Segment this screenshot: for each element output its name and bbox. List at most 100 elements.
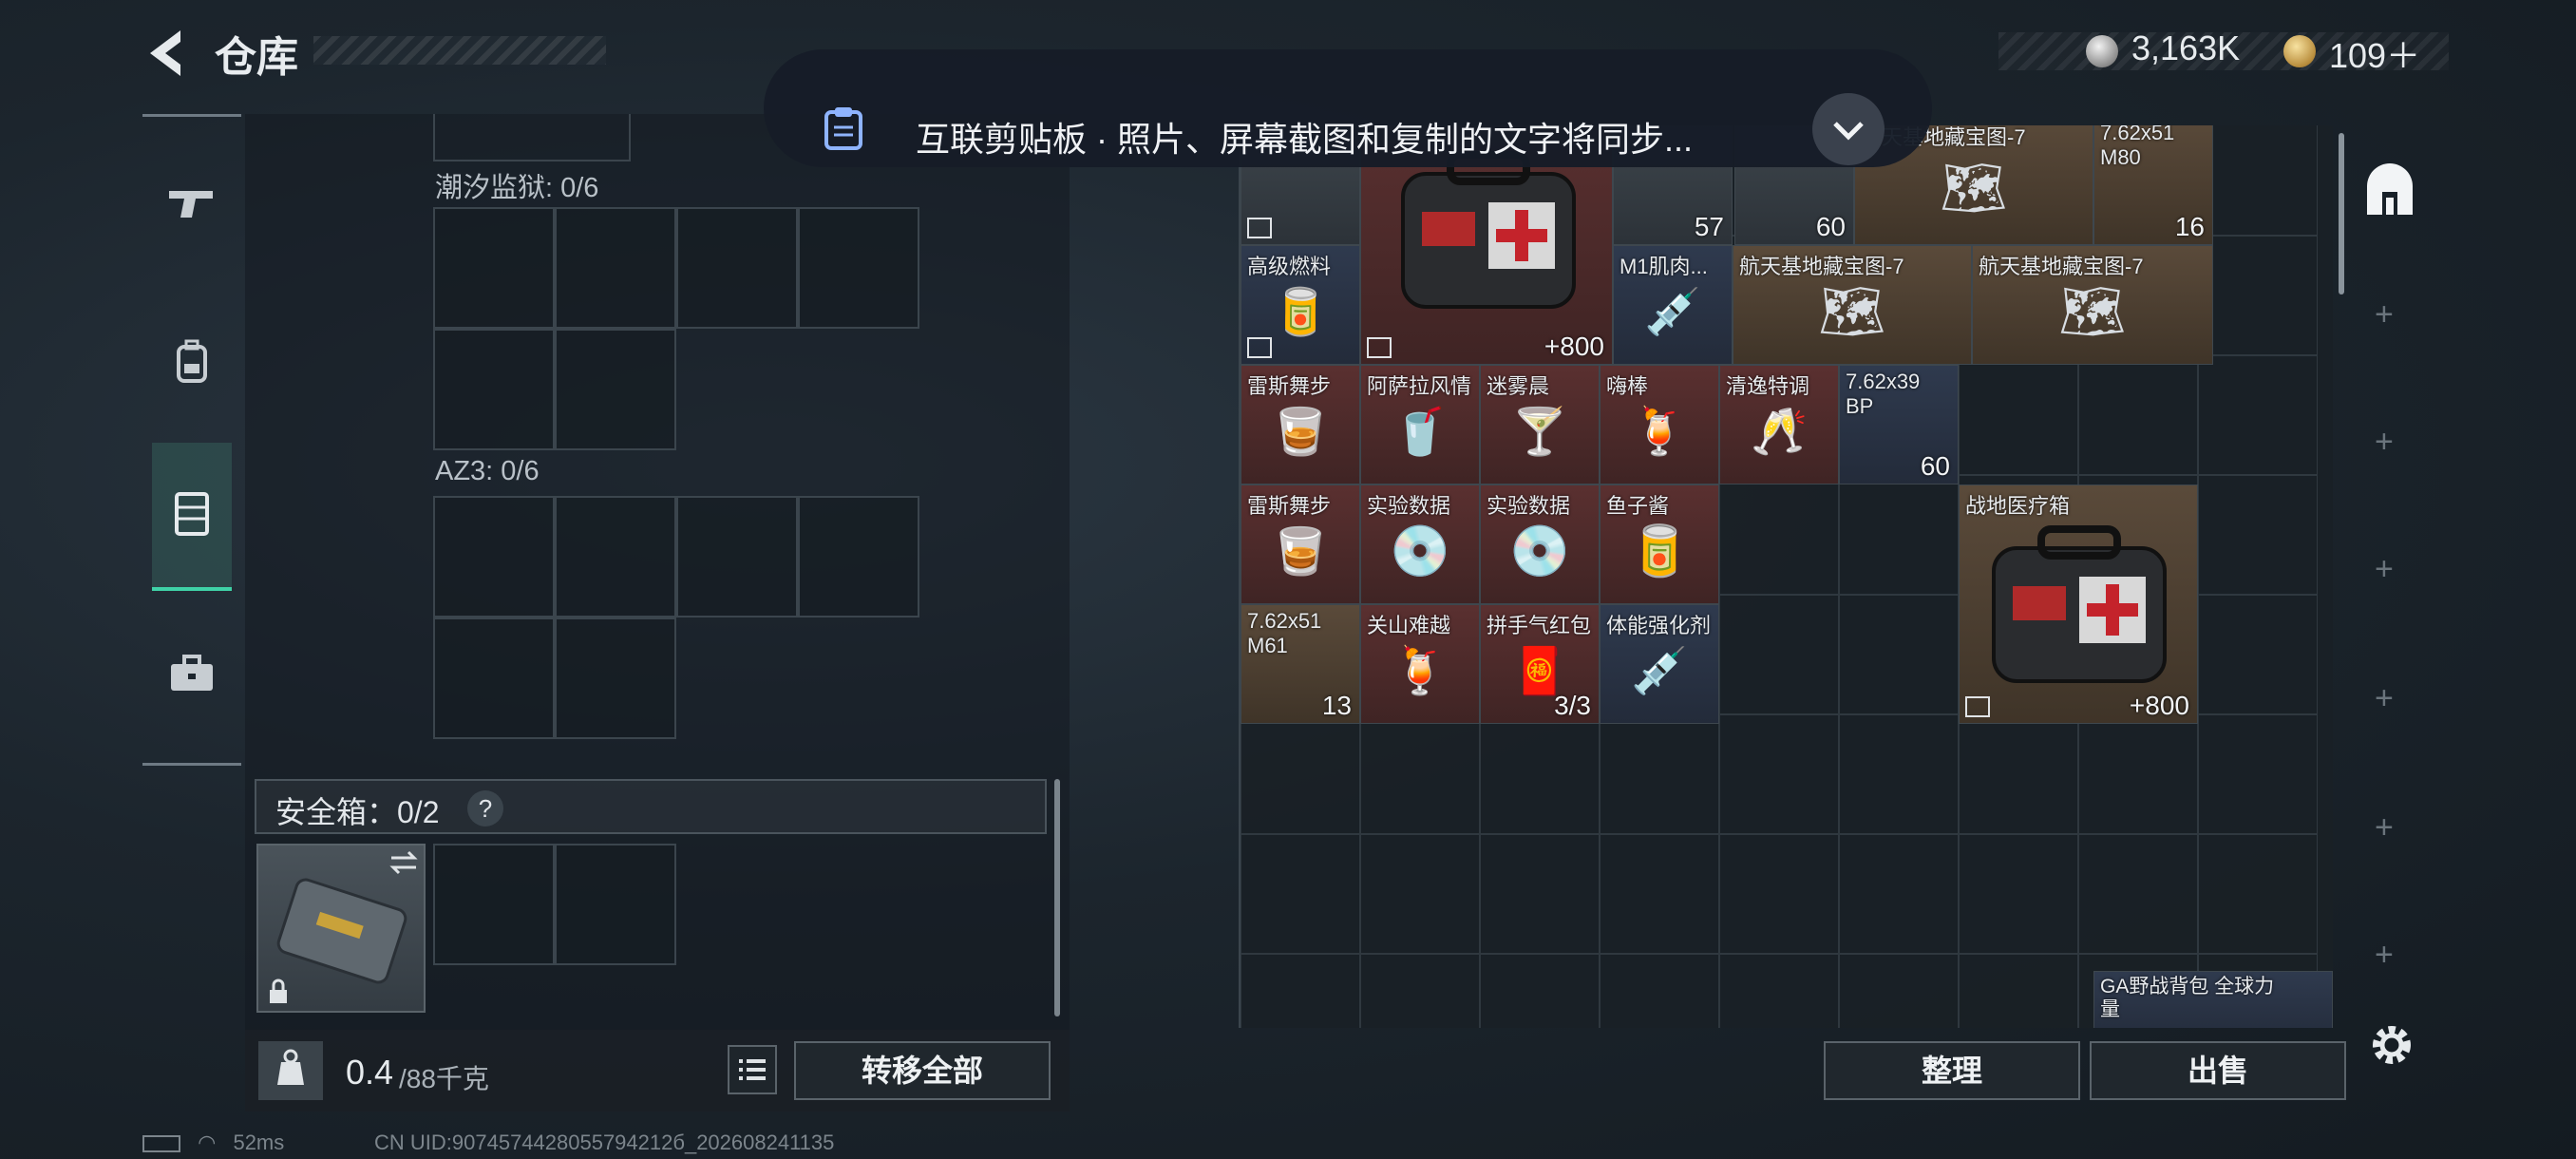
stash-slot[interactable]	[1360, 834, 1480, 954]
stash-slot[interactable]	[1719, 714, 1839, 834]
stash-slot[interactable]	[2198, 125, 2318, 236]
stash-slot[interactable]	[1719, 834, 1839, 954]
add-tab-button[interactable]: +	[2375, 551, 2394, 588]
sidebar-item-briefcase[interactable]	[152, 623, 232, 728]
stash-slot[interactable]	[1959, 834, 2078, 954]
grid-slot[interactable]	[433, 496, 555, 618]
grid-slot[interactable]	[555, 207, 676, 329]
add-tab-button[interactable]: +	[2375, 424, 2394, 461]
item-name: 嗨棒	[1606, 374, 1649, 398]
item-tile[interactable]: 实验数据 💿	[1480, 484, 1600, 604]
swap-icon[interactable]	[388, 849, 420, 881]
stash-slot[interactable]	[1480, 714, 1600, 834]
item-tile[interactable]: 迷雾晨 🍸	[1480, 365, 1600, 484]
stash-slot[interactable]	[1241, 714, 1360, 834]
item-tile[interactable]: 实验数据 💿	[1360, 484, 1480, 604]
item-tile[interactable]: 拼手气红包 🧧 3/3	[1480, 604, 1600, 724]
stash-slot[interactable]	[1719, 954, 1839, 1028]
item-tile[interactable]: 航天基地藏宝图-7 🗺	[1733, 245, 1972, 365]
item-tile[interactable]: 嗨棒 🍹	[1600, 365, 1719, 484]
item-tile[interactable]: GA野战背包 全球力量	[2093, 971, 2333, 1028]
stash-slot[interactable]	[1959, 714, 2078, 834]
grid-slot[interactable]	[555, 329, 676, 450]
item-tile[interactable]: 7.62x51 M61 13	[1241, 604, 1360, 724]
stash-slot[interactable]	[1839, 475, 1959, 595]
stash-slot[interactable]	[1600, 954, 1719, 1028]
stash-slot[interactable]	[1241, 834, 1360, 954]
item-tile[interactable]: 清逸特调 🥂	[1719, 365, 1839, 484]
grid-slot[interactable]	[433, 329, 555, 450]
gear-icon[interactable]	[2365, 1018, 2418, 1072]
help-icon[interactable]: ?	[467, 790, 503, 826]
stash-slot[interactable]	[2198, 834, 2318, 954]
stash-slot[interactable]	[1241, 954, 1360, 1028]
grid-slot[interactable]	[433, 844, 555, 965]
item-tile[interactable]: 7.62x51 M80 16	[2093, 125, 2213, 245]
stash-slot[interactable]	[1839, 954, 1959, 1028]
grid-slot[interactable]	[433, 207, 555, 329]
item-tile[interactable]: 阿萨拉风情 🥤	[1360, 365, 1480, 484]
stash-slot[interactable]	[2198, 236, 2318, 355]
back-arrow-icon[interactable]	[142, 27, 192, 80]
grid-slot[interactable]	[676, 496, 798, 618]
scrollbar[interactable]	[2339, 133, 2344, 294]
transfer-all-button[interactable]: 转移全部	[794, 1041, 1051, 1100]
stash-slot[interactable]	[1959, 954, 2078, 1028]
stash-slot[interactable]	[2078, 355, 2198, 475]
item-tile[interactable]: 战地医疗箱 +800	[1959, 484, 2198, 724]
stash-slot[interactable]	[2078, 834, 2198, 954]
grid-slot[interactable]	[555, 618, 676, 739]
item-tile[interactable]: 航天基地藏宝图-7 🗺	[1972, 245, 2213, 365]
sidebar-item-vest[interactable]	[152, 443, 232, 591]
chevron-down-icon[interactable]	[1812, 93, 1885, 165]
stash-slot[interactable]	[2198, 595, 2318, 714]
stash-slot[interactable]	[2198, 714, 2318, 834]
item-tile[interactable]: 鱼子酱 🥫	[1600, 484, 1719, 604]
grid-slot[interactable]	[555, 496, 676, 618]
stash-slot[interactable]	[1839, 714, 1959, 834]
stash-slot[interactable]	[1959, 355, 2078, 475]
stash-slot[interactable]	[1480, 954, 1600, 1028]
add-tab-button[interactable]: +	[2375, 296, 2394, 333]
add-tab-button[interactable]: +	[2375, 809, 2394, 846]
item-tile[interactable]: 体能强化剂 💉	[1600, 604, 1719, 724]
item-tile[interactable]: 雷斯舞步 🥃	[1241, 365, 1360, 484]
add-tab-button[interactable]: +	[2375, 937, 2394, 974]
stash-slot[interactable]	[1600, 714, 1719, 834]
stash-slot[interactable]	[1839, 595, 1959, 714]
item-tile[interactable]: M1肌肉... 💉	[1613, 245, 1733, 365]
sidebar-item-weapons[interactable]	[152, 152, 232, 256]
stash-slot[interactable]	[2198, 355, 2318, 475]
stash-slot[interactable]	[1719, 595, 1839, 714]
safebox-case[interactable]	[256, 844, 426, 1013]
add-tab-button[interactable]: +	[2375, 680, 2394, 717]
stash-tab-icon[interactable]	[2361, 163, 2418, 220]
stash-slot[interactable]	[1480, 834, 1600, 954]
sidebar-item-backpack[interactable]	[152, 312, 232, 416]
item-tile[interactable]: 关山难越 🍹	[1360, 604, 1480, 724]
drink-icon: 🍹	[1392, 646, 1449, 697]
grid-slot[interactable]	[798, 207, 919, 329]
grid-slot[interactable]	[798, 496, 919, 618]
item-tile[interactable]: 7.62x39 BP 60	[1839, 365, 1959, 484]
container-label: AZ3: 0/6	[435, 456, 540, 486]
safebox-grid	[433, 844, 676, 965]
grid-slot[interactable]	[676, 207, 798, 329]
gold-amount[interactable]: 109＋	[2329, 28, 2420, 78]
sell-button[interactable]: 出售	[2090, 1041, 2346, 1100]
scrollbar[interactable]	[1054, 779, 1060, 1016]
stash-slot[interactable]	[1360, 954, 1480, 1028]
grid-slot[interactable]	[433, 618, 555, 739]
stash-slot[interactable]	[1839, 834, 1959, 954]
stash-slot[interactable]	[2078, 714, 2198, 834]
sort-button[interactable]: 整理	[1824, 1041, 2080, 1100]
grid-slot[interactable]	[555, 844, 676, 965]
item-tile[interactable]: 高级燃料 🥫	[1241, 245, 1360, 365]
stash-slot[interactable]	[1360, 714, 1480, 834]
stash-slot[interactable]	[2198, 475, 2318, 595]
list-view-button[interactable]	[728, 1045, 777, 1094]
item-name: 雷斯舞步	[1247, 494, 1332, 518]
stash-slot[interactable]	[1719, 475, 1839, 595]
item-tile[interactable]: 雷斯舞步 🥃	[1241, 484, 1360, 604]
stash-slot[interactable]	[1600, 834, 1719, 954]
